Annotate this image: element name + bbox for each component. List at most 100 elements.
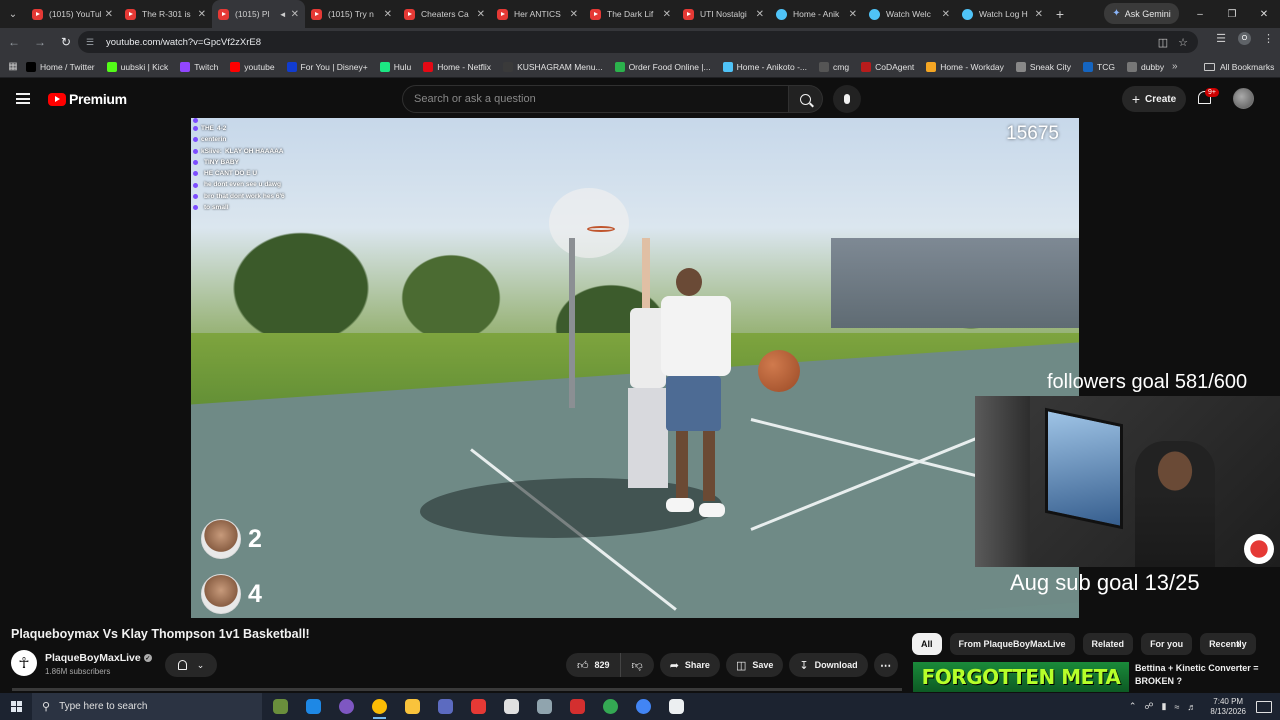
close-tab-icon[interactable]: ✕ [105,9,113,20]
close-tab-icon[interactable]: ✕ [756,9,764,20]
minimize-icon[interactable]: – [1184,0,1216,28]
filter-chip[interactable]: For you [1141,633,1193,655]
close-tab-icon[interactable]: ✕ [477,9,485,20]
search-input[interactable]: Search or ask a question [402,85,789,113]
browser-tab[interactable]: UTI Nostalgi ✕ [677,0,770,28]
chrome-icon-3[interactable] [627,693,660,720]
dislike-button[interactable]: 👎︎ [621,653,654,677]
share-button[interactable]: ➦ Share [659,653,720,677]
filter-chip[interactable]: Related [1082,633,1134,655]
forward-arrow-icon[interactable]: → [28,30,52,54]
bookmark-item[interactable]: KUSHAGRAM Menu... [503,61,603,72]
voice-search-button[interactable] [833,85,861,113]
bookmark-item[interactable]: cmg [819,61,849,72]
ask-gemini-button[interactable]: ✦ Ask Gemini [1104,3,1179,24]
browser-tab[interactable]: (1015) Pl ◄ ✕ [212,0,305,28]
url-bar[interactable]: ☰ youtube.com/watch?v=GpcVf2zXrE8 ◫ ☆ [78,31,1198,53]
search-button[interactable] [789,85,823,113]
close-tab-icon[interactable]: ✕ [663,9,671,20]
bookmark-item[interactable]: Sneak City [1015,61,1071,72]
close-tab-icon[interactable]: ✕ [1035,9,1043,20]
wifi-icon[interactable]: ≈ [1174,702,1179,712]
acrobat-icon[interactable] [561,693,594,720]
tray-overflow-icon[interactable]: ⌃ [1129,701,1137,712]
all-bookmarks-button[interactable]: All Bookmarks [1204,62,1274,72]
bookmark-item[interactable]: Hulu [379,61,411,72]
close-tab-icon[interactable]: ✕ [291,9,299,20]
save-button[interactable]: ◫ Save [725,653,784,677]
network-icon[interactable]: ☍ [1144,701,1153,712]
chrome-icon[interactable] [363,693,396,720]
guide-menu-icon[interactable] [16,93,30,104]
browser-tab[interactable]: Watch Log H ✕ [956,0,1049,28]
create-button[interactable]: + Create [1122,86,1186,112]
browser-tab[interactable]: Cheaters Ca ✕ [398,0,491,28]
volume-icon[interactable]: ♬ [1187,702,1196,712]
app-blue-icon[interactable] [297,693,330,720]
bookmark-item[interactable]: Home - Netflix [423,61,491,72]
install-app-icon[interactable]: ◫ [1158,36,1168,49]
recommended-video-title[interactable]: Bettina + Kinetic Converter = BROKEN ? [1135,662,1275,688]
game-controller-icon[interactable] [429,693,462,720]
browser-tab[interactable]: Her ANTICS ✕ [491,0,584,28]
browser-tab[interactable]: Watch Welc ✕ [863,0,956,28]
bookmark-item[interactable]: Home - Workday [926,61,1004,72]
new-tab-button[interactable]: + [1049,6,1071,22]
channel-name-row[interactable]: PlaqueBoyMaxLive ✓ [45,652,152,664]
channel-name[interactable]: PlaqueBoyMaxLive [45,652,141,664]
bookmark-item[interactable]: CoDAgent [861,61,914,72]
media-player-icon[interactable] [462,693,495,720]
browser-menu-icon[interactable]: ⋮ [1263,32,1274,45]
youtube-premium-logo[interactable]: Premium [48,91,127,107]
browser-tab[interactable]: Home - Anik ✕ [770,0,863,28]
filter-chip[interactable]: All [912,633,942,655]
apps-grid-icon[interactable]: ▦ [0,61,26,72]
like-button[interactable]: 👍︎ 829 [566,653,621,677]
microphone-tray-icon[interactable]: ▮ [1162,701,1167,712]
filter-chip[interactable]: Recently [1200,633,1256,655]
filter-chip[interactable]: From PlaqueBoyMaxLive [949,633,1075,655]
close-tab-icon[interactable]: ✕ [384,9,392,20]
notification-center-icon[interactable] [1256,700,1272,713]
more-actions-icon[interactable]: ⋯ [873,653,898,677]
bookmark-item[interactable]: For You | Disney+ [286,61,368,72]
browser-tab[interactable]: (1015) Try n ✕ [305,0,398,28]
media-controls-icon[interactable]: ☰ [1216,32,1226,45]
close-window-icon[interactable]: ✕ [1248,0,1280,28]
bookmark-item[interactable]: TCG [1083,61,1115,72]
download-button[interactable]: ↧ Download [789,653,868,677]
file-explorer-icon[interactable] [396,693,429,720]
restore-icon[interactable]: ❐ [1216,0,1248,28]
app-circle-icon[interactable] [528,693,561,720]
site-info-icon[interactable]: ☰ [86,37,100,48]
back-arrow-icon[interactable]: ← [2,30,26,54]
bookmark-item[interactable]: youtube [230,61,275,72]
bookmarks-overflow-icon[interactable]: » [1172,61,1178,72]
chrome-icon-2[interactable] [594,693,627,720]
profile-avatar[interactable]: O [1238,32,1251,45]
channel-avatar[interactable]: ☥ [11,650,37,676]
close-tab-icon[interactable]: ✕ [942,9,950,20]
chips-next-arrow-icon[interactable]: › [1236,636,1240,651]
tab-search-chevron-icon[interactable]: ⌄ [0,0,26,28]
reload-icon[interactable]: ↻ [54,30,78,54]
browser-tab[interactable]: The Dark Lif ✕ [584,0,677,28]
grinch-icon[interactable] [264,693,297,720]
bookmark-star-icon[interactable]: ☆ [1178,36,1188,49]
bookmark-item[interactable]: Twitch [180,61,218,72]
bookmark-item[interactable]: dubby [1126,61,1164,72]
windows-start-icon[interactable] [0,693,32,720]
bookmark-item[interactable]: Order Food Online |... [614,61,711,72]
browser-tab[interactable]: (1015) YouTube ✕ [26,0,119,28]
browser-tab[interactable]: The R-301 is ✕ [119,0,212,28]
bookmark-item[interactable]: Home / Twitter [26,61,95,72]
chrome-profile-icon[interactable] [330,693,363,720]
tab-audio-icon[interactable]: ◄ [279,10,287,19]
subscribed-notifications-button[interactable]: ⌄ [165,653,217,677]
recommended-video-thumbnail[interactable]: FORGOTTEN META [913,662,1129,692]
bookmark-item[interactable]: uubski | Kick [106,61,168,72]
taskbar-search[interactable]: ⚲ Type here to search [32,693,262,720]
close-tab-icon[interactable]: ✕ [570,9,578,20]
account-avatar[interactable] [1233,88,1254,109]
bookmark-item[interactable]: Home - Anikoto -... [722,61,807,72]
